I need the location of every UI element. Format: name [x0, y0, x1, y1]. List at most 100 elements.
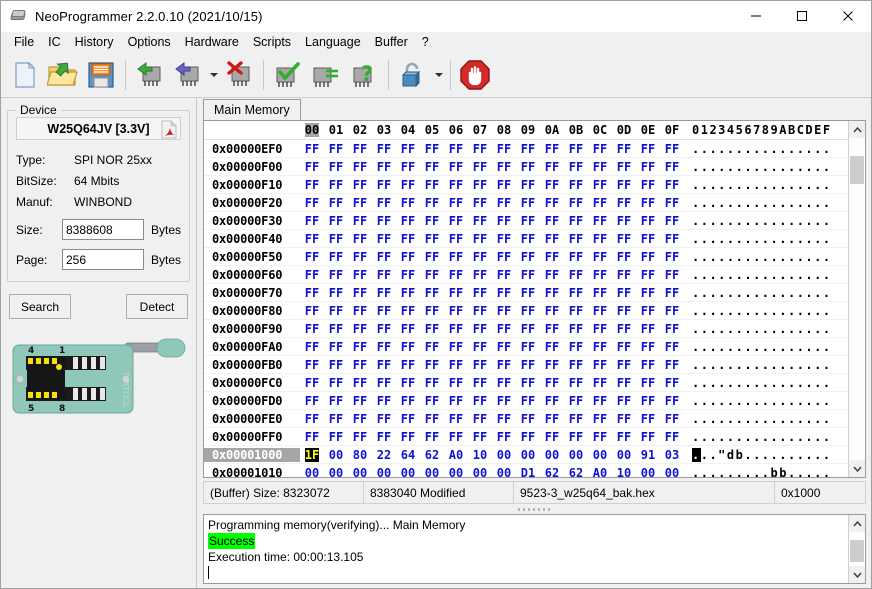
- hex-row[interactable]: 0x00000FD0 FF FF FF FF FF FF FF FF FF FF FF FF FF FF FF…: [204, 392, 848, 410]
- hex-byte[interactable]: FF: [396, 160, 420, 174]
- hex-byte[interactable]: FF: [660, 358, 684, 372]
- hex-byte[interactable]: FF: [468, 286, 492, 300]
- hex-byte[interactable]: FF: [492, 142, 516, 156]
- hex-byte[interactable]: FF: [636, 232, 660, 246]
- menu-item-history[interactable]: History: [68, 33, 121, 52]
- hex-byte[interactable]: FF: [588, 412, 612, 426]
- hex-byte[interactable]: FF: [492, 250, 516, 264]
- hex-byte[interactable]: 00: [300, 466, 324, 478]
- hex-byte[interactable]: FF: [564, 322, 588, 336]
- hex-scrollbar[interactable]: [848, 121, 865, 477]
- menu-item-ic[interactable]: IC: [41, 33, 68, 52]
- hex-byte[interactable]: FF: [564, 412, 588, 426]
- hex-byte[interactable]: FF: [324, 376, 348, 390]
- hex-byte[interactable]: FF: [420, 250, 444, 264]
- hex-byte[interactable]: FF: [468, 214, 492, 228]
- hex-byte[interactable]: FF: [516, 160, 540, 174]
- hex-byte[interactable]: D1: [516, 466, 540, 478]
- hex-byte[interactable]: FF: [588, 430, 612, 444]
- hex-row[interactable]: 0x00000FC0 FF FF FF FF FF FF FF FF FF FF FF FF FF FF FF…: [204, 374, 848, 392]
- hex-byte[interactable]: FF: [420, 322, 444, 336]
- hex-byte[interactable]: FF: [612, 232, 636, 246]
- hex-byte[interactable]: FF: [444, 340, 468, 354]
- hex-byte[interactable]: FF: [372, 394, 396, 408]
- hex-byte[interactable]: FF: [492, 268, 516, 282]
- hex-byte[interactable]: FF: [516, 304, 540, 318]
- hex-byte[interactable]: FF: [516, 232, 540, 246]
- hex-byte[interactable]: FF: [660, 376, 684, 390]
- hex-byte[interactable]: FF: [636, 250, 660, 264]
- hex-byte[interactable]: FF: [564, 358, 588, 372]
- hex-row-ascii[interactable]: ................: [684, 430, 848, 444]
- hex-byte[interactable]: FF: [348, 196, 372, 210]
- save-file-button[interactable]: [82, 56, 120, 94]
- hex-byte[interactable]: FF: [660, 178, 684, 192]
- hex-byte[interactable]: FF: [372, 376, 396, 390]
- hex-byte[interactable]: FF: [612, 322, 636, 336]
- hex-byte[interactable]: FF: [564, 250, 588, 264]
- hex-row-ascii[interactable]: ................: [684, 394, 848, 408]
- hex-byte[interactable]: FF: [444, 268, 468, 282]
- hex-byte[interactable]: FF: [540, 376, 564, 390]
- hex-byte[interactable]: FF: [420, 412, 444, 426]
- hex-byte[interactable]: FF: [612, 340, 636, 354]
- hex-byte[interactable]: FF: [660, 196, 684, 210]
- hex-byte[interactable]: FF: [372, 430, 396, 444]
- hex-byte[interactable]: 00: [516, 448, 540, 462]
- hex-byte[interactable]: FF: [372, 358, 396, 372]
- hex-byte[interactable]: FF: [612, 358, 636, 372]
- hex-byte[interactable]: FF: [372, 340, 396, 354]
- hex-row[interactable]: 0x00001000 1F 00 80 22 64 62 A0 10 00 00 00 00 00 00 91…: [204, 446, 848, 464]
- hex-byte[interactable]: A0: [444, 448, 468, 462]
- hex-byte[interactable]: FF: [492, 394, 516, 408]
- hex-row[interactable]: 0x00000FA0 FF FF FF FF FF FF FF FF FF FF FF FF FF FF FF…: [204, 338, 848, 356]
- hex-byte[interactable]: FF: [612, 160, 636, 174]
- hex-byte[interactable]: FF: [300, 286, 324, 300]
- hex-row[interactable]: 0x00000F70 FF FF FF FF FF FF FF FF FF FF FF FF FF FF FF…: [204, 284, 848, 302]
- stop-button[interactable]: [456, 56, 494, 94]
- hex-byte[interactable]: FF: [372, 250, 396, 264]
- hex-byte[interactable]: FF: [516, 322, 540, 336]
- hex-byte[interactable]: FF: [492, 304, 516, 318]
- hex-byte[interactable]: FF: [516, 376, 540, 390]
- hex-byte[interactable]: FF: [300, 142, 324, 156]
- hex-byte[interactable]: FF: [420, 268, 444, 282]
- hex-byte[interactable]: FF: [324, 142, 348, 156]
- hex-byte[interactable]: FF: [348, 286, 372, 300]
- hex-byte[interactable]: FF: [324, 196, 348, 210]
- hex-byte[interactable]: 1F: [300, 447, 324, 462]
- hex-byte[interactable]: FF: [324, 394, 348, 408]
- hex-byte[interactable]: FF: [516, 358, 540, 372]
- hex-row[interactable]: 0x00000F20 FF FF FF FF FF FF FF FF FF FF FF FF FF FF FF…: [204, 194, 848, 212]
- hex-byte[interactable]: FF: [612, 178, 636, 192]
- hex-byte[interactable]: FF: [612, 376, 636, 390]
- new-file-button[interactable]: [6, 56, 44, 94]
- hex-byte[interactable]: FF: [564, 394, 588, 408]
- hex-byte[interactable]: FF: [540, 250, 564, 264]
- hex-byte[interactable]: FF: [420, 376, 444, 390]
- hex-byte[interactable]: FF: [636, 178, 660, 192]
- hex-row-ascii[interactable]: ................: [684, 142, 848, 156]
- hex-byte[interactable]: FF: [540, 196, 564, 210]
- hex-byte[interactable]: FF: [636, 142, 660, 156]
- hex-row-ascii[interactable]: ................: [684, 250, 848, 264]
- hex-byte[interactable]: FF: [300, 250, 324, 264]
- hex-byte[interactable]: FF: [492, 286, 516, 300]
- hex-byte[interactable]: 62: [540, 466, 564, 478]
- tab-main-memory[interactable]: Main Memory: [203, 99, 301, 120]
- hex-row[interactable]: 0x00000F80 FF FF FF FF FF FF FF FF FF FF FF FF FF FF FF…: [204, 302, 848, 320]
- scroll-up-button[interactable]: [849, 121, 865, 138]
- hex-byte[interactable]: 80: [348, 448, 372, 462]
- hex-byte[interactable]: FF: [660, 430, 684, 444]
- menu-item-help[interactable]: ?: [415, 33, 436, 52]
- maximize-button[interactable]: [779, 1, 825, 32]
- hex-byte[interactable]: FF: [300, 304, 324, 318]
- hex-row-ascii[interactable]: ................: [684, 268, 848, 282]
- hex-byte[interactable]: FF: [540, 358, 564, 372]
- hex-byte[interactable]: 00: [588, 448, 612, 462]
- menu-item-file[interactable]: File: [7, 33, 41, 52]
- hex-byte[interactable]: FF: [348, 430, 372, 444]
- hex-byte[interactable]: FF: [636, 196, 660, 210]
- hex-byte[interactable]: FF: [636, 394, 660, 408]
- hex-byte[interactable]: FF: [540, 214, 564, 228]
